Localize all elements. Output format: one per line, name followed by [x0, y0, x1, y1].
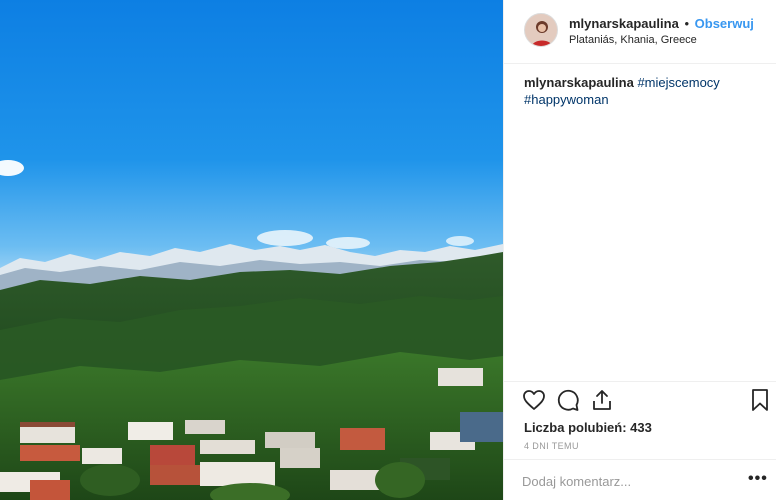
post-header: mlynarskapaulina • Obserwuj Plataniás, K… — [504, 0, 776, 64]
hashtag-link[interactable]: #happywoman — [524, 92, 609, 107]
divider — [504, 381, 776, 382]
location-link[interactable]: Plataniás, Khania, Greece — [569, 34, 697, 46]
post-details-panel: mlynarskapaulina • Obserwuj Plataniás, K… — [503, 0, 776, 500]
more-options-icon[interactable]: ••• — [748, 471, 768, 490]
post-timestamp[interactable]: 4 DNI TEMU — [524, 441, 579, 451]
comment-icon[interactable] — [556, 388, 582, 414]
follow-button[interactable]: Obserwuj — [695, 16, 754, 31]
avatar[interactable] — [524, 13, 558, 47]
separator-dot: • — [684, 16, 690, 31]
hashtag-link[interactable]: #miejscemocy — [637, 75, 719, 90]
landscape-photo — [0, 0, 503, 500]
user-line: mlynarskapaulina • Obserwuj — [569, 16, 754, 31]
comment-input[interactable] — [522, 470, 732, 492]
post-caption: mlynarskapaulina #miejscemocy #happywoma… — [524, 74, 764, 108]
heart-icon[interactable] — [522, 388, 548, 414]
action-bar — [522, 388, 772, 414]
bookmark-icon[interactable] — [748, 388, 774, 414]
username-link[interactable]: mlynarskapaulina — [569, 16, 679, 31]
share-icon[interactable] — [590, 388, 616, 414]
like-count[interactable]: Liczba polubień: 433 — [524, 420, 652, 435]
post-photo[interactable] — [0, 0, 503, 500]
caption-username-link[interactable]: mlynarskapaulina — [524, 75, 634, 90]
divider — [504, 459, 776, 460]
